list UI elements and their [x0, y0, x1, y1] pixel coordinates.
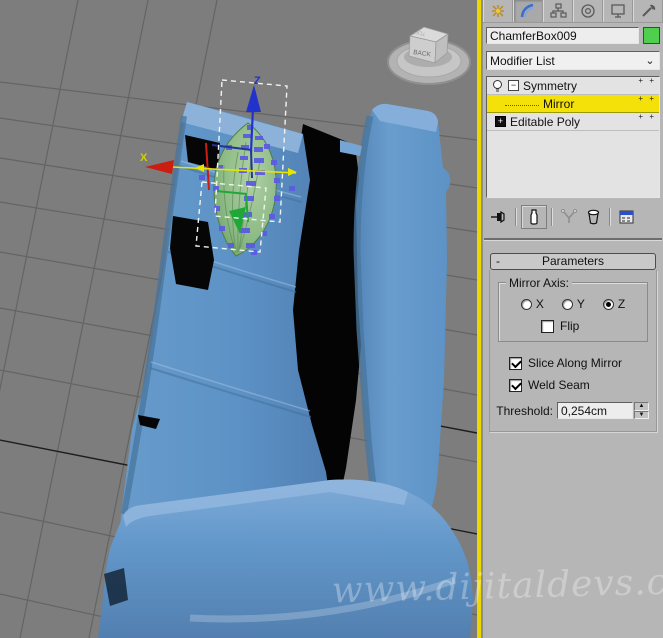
collapse-glyph: - [496, 254, 500, 268]
weld-seam-label: Weld Seam [528, 378, 590, 392]
rollout-title: Parameters [541, 254, 605, 268]
viewport-scene: X Z BACK TOP [0, 0, 478, 638]
expand-plus-box[interactable]: + [495, 116, 506, 127]
trash-icon [587, 209, 599, 225]
stack-row-label: Mirror [543, 96, 575, 111]
tab-modify[interactable] [513, 0, 543, 22]
tab-hierarchy[interactable] [543, 0, 573, 22]
axis-label-z: Z [254, 75, 261, 87]
pin-stack-button[interactable] [487, 206, 511, 228]
stack-row-label: Editable Poly [510, 114, 581, 129]
slice-along-mirror-row[interactable]: Slice Along Mirror [509, 356, 651, 370]
spinner-down-icon: ▼ [634, 410, 649, 419]
stack-row-symmetry[interactable]: − Symmetry + + [487, 77, 659, 95]
make-unique-icon [560, 209, 578, 223]
visibility-bulb-icon[interactable] [491, 79, 504, 93]
slice-along-mirror-checkbox [509, 356, 522, 370]
radio-axis-y[interactable]: Y [561, 297, 585, 311]
tab-create[interactable] [483, 0, 513, 22]
flip-label: Flip [560, 319, 580, 333]
create-starburst-icon [491, 5, 504, 17]
stack-row-label: Symmetry [523, 78, 577, 93]
mirror-axis-group: Mirror Axis: X Y Z Flip [498, 276, 648, 342]
show-end-result-icon [530, 209, 538, 225]
axis-label-x: X [140, 152, 148, 164]
tab-display[interactable] [603, 0, 633, 22]
utilities-wrench-icon [641, 4, 655, 17]
weld-seam-checkbox [509, 378, 522, 392]
perspective-viewport[interactable]: X Z BACK TOP [0, 0, 478, 638]
display-monitor-icon [610, 4, 625, 18]
stack-toolbar [487, 205, 661, 229]
stack-row-editable-poly[interactable]: + Editable Poly + + [487, 113, 659, 131]
slice-along-mirror-label: Slice Along Mirror [528, 356, 623, 370]
threshold-label: Threshold: [496, 403, 553, 418]
chevron-down-icon: ⌄ [645, 55, 655, 67]
command-panel-tabs [483, 0, 663, 23]
modify-arc-icon [520, 3, 533, 18]
mirror-axis-label: Mirror Axis: [506, 276, 572, 290]
threshold-input[interactable]: 0,254cm [557, 402, 633, 419]
row-corner-dots: + + [638, 112, 656, 121]
threshold-spinner[interactable]: ▲ ▼ [634, 402, 649, 419]
row-corner-dots: + + [638, 76, 656, 85]
weld-seam-row[interactable]: Weld Seam [509, 378, 651, 392]
row-corner-dots: + + [638, 94, 656, 103]
motion-wheel-icon [580, 4, 595, 18]
modifier-list-label: Modifier List [490, 53, 555, 68]
parameters-rollout-header[interactable]: - Parameters [490, 253, 656, 270]
threshold-row: Threshold: 0,254cm ▲ ▼ [495, 402, 649, 419]
command-panel: ChamferBox009 Modifier List ⌄ − Symmetry… [481, 0, 663, 638]
object-color-swatch[interactable] [643, 27, 660, 44]
pin-icon [491, 210, 505, 224]
max-window: X Z BACK TOP www.dijitaldevs.com Chamfer… [0, 0, 663, 638]
show-end-result-button[interactable] [521, 205, 547, 229]
configure-sets-icon [619, 210, 634, 224]
collapse-minus-box[interactable]: − [508, 80, 519, 91]
remove-modifier-button[interactable] [581, 206, 605, 228]
radio-axis-x[interactable]: X [520, 297, 544, 311]
tab-utilities[interactable] [633, 0, 663, 22]
radio-axis-z[interactable]: Z [602, 297, 625, 311]
tree-leader-line [505, 97, 539, 106]
configure-modifier-sets-button[interactable] [615, 206, 639, 228]
object-name-input[interactable]: ChamferBox009 [486, 27, 639, 44]
tab-motion[interactable] [573, 0, 603, 22]
modifier-stack: − Symmetry + + Mirror + + + Editable Pol… [486, 76, 660, 198]
hierarchy-icon [549, 3, 567, 18]
make-unique-button[interactable] [557, 206, 581, 228]
panel-separator [484, 238, 662, 241]
flip-checkbox [541, 319, 554, 333]
flip-checkbox-row[interactable]: Flip [541, 319, 643, 333]
modifier-list-dropdown[interactable]: Modifier List ⌄ [486, 51, 660, 70]
parameters-rollout: - Parameters Mirror Axis: X Y Z Flip Sli… [488, 253, 658, 432]
spinner-up-icon: ▲ [634, 402, 649, 411]
stack-row-mirror[interactable]: Mirror + + [487, 95, 659, 113]
